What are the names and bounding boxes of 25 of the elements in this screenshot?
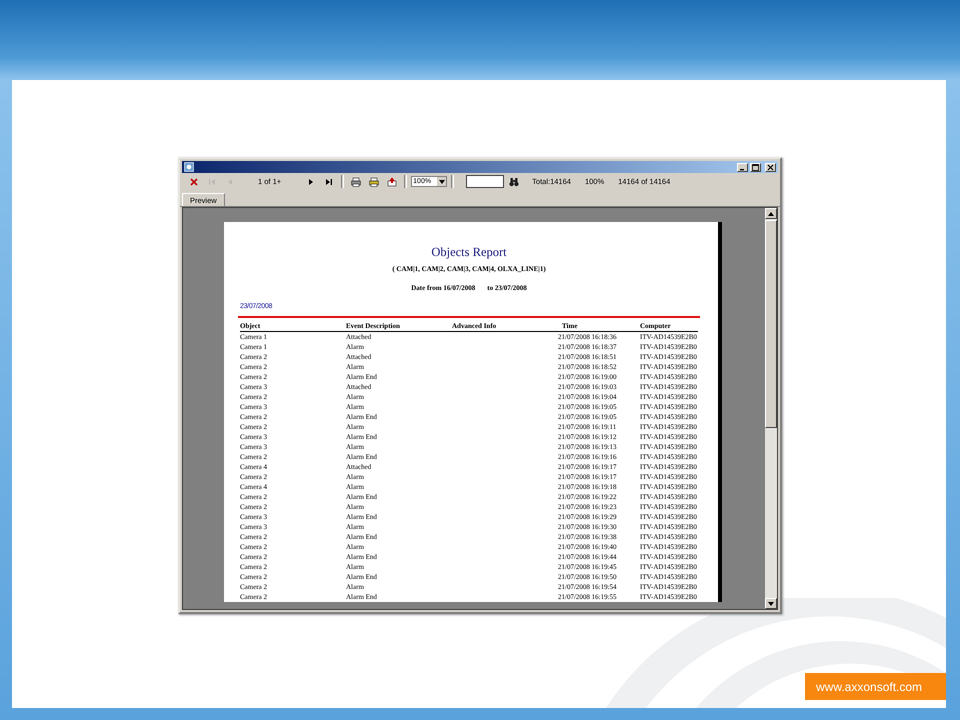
app-icon <box>184 162 194 172</box>
scroll-down-button[interactable] <box>765 598 777 609</box>
dropdown-arrow-icon <box>438 180 445 184</box>
maximize-icon <box>752 164 759 170</box>
up-arrow-icon <box>768 212 774 216</box>
maximize-button[interactable] <box>750 162 761 172</box>
scroll-up-button[interactable] <box>765 208 777 219</box>
close-icon <box>189 176 199 186</box>
scroll-thumb[interactable] <box>765 220 777 428</box>
export-button[interactable] <box>386 176 398 188</box>
close-icon <box>767 164 774 170</box>
down-arrow-icon <box>768 602 774 606</box>
printer-icon <box>351 176 362 186</box>
export-icon <box>387 176 398 186</box>
binoculars-icon <box>509 176 520 186</box>
last-page-icon <box>324 176 334 186</box>
close-button[interactable] <box>765 162 776 172</box>
vertical-scrollbar[interactable] <box>765 208 777 609</box>
search-field[interactable] <box>466 175 504 188</box>
report-title: Objects Report <box>430 244 508 260</box>
minimize-button[interactable] <box>737 162 748 172</box>
printer-icon <box>369 176 380 186</box>
setup-button[interactable] <box>368 176 380 188</box>
find-button[interactable] <box>508 176 520 188</box>
print-button[interactable] <box>350 176 362 188</box>
